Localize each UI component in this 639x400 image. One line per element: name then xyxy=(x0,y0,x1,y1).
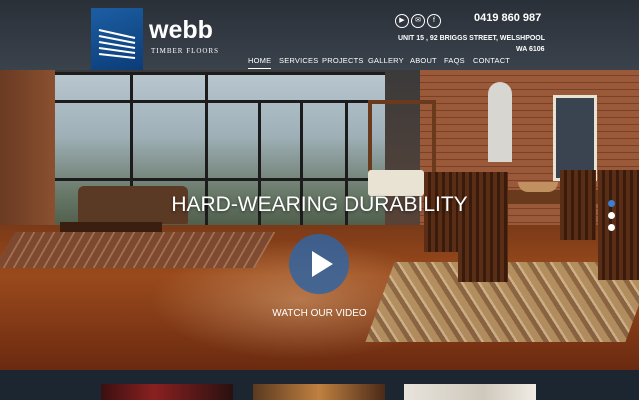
nav-contact[interactable]: CONTACT xyxy=(473,56,510,65)
youtube-icon[interactable]: ▶ xyxy=(395,14,409,28)
window-frame xyxy=(55,178,385,181)
side-window xyxy=(553,95,597,181)
facebook-icon[interactable]: f xyxy=(427,14,441,28)
play-button[interactable] xyxy=(289,234,349,294)
brand-tagline: TIMBER FLOORS xyxy=(151,47,220,55)
window-frame xyxy=(55,100,385,103)
watch-video-link[interactable]: WATCH OUR VIDEO xyxy=(0,308,639,319)
nav-home[interactable]: HOME xyxy=(248,56,272,69)
dining-chair xyxy=(458,172,508,282)
nav-gallery[interactable]: GALLERY xyxy=(368,56,404,65)
thumbnail[interactable] xyxy=(253,384,385,400)
bowl xyxy=(518,182,558,192)
address-line-2: WA 6106 xyxy=(516,46,545,53)
pergola xyxy=(368,100,436,176)
nav-about[interactable]: ABOUT xyxy=(410,56,437,65)
nav-projects[interactable]: PROJECTS xyxy=(322,56,364,65)
address-line-1: UNIT 15 , 92 BRIGGS STREET, WELSHPOOL xyxy=(398,35,546,42)
dining-chair xyxy=(598,170,639,280)
coffee-table xyxy=(60,222,162,232)
arched-window xyxy=(488,82,512,162)
rug xyxy=(0,232,276,268)
phone-number[interactable]: 0419 860 987 xyxy=(474,12,541,24)
brand-name[interactable]: webb xyxy=(149,16,213,45)
window-frame xyxy=(55,72,385,75)
slider-dot[interactable] xyxy=(608,212,615,219)
hero-title: HARD-WEARING DURABILITY xyxy=(171,193,468,216)
slider-dot[interactable] xyxy=(608,200,615,207)
thumbnail[interactable] xyxy=(101,384,233,400)
email-icon[interactable]: ✉ xyxy=(411,14,425,28)
nav-faqs[interactable]: FAQS xyxy=(444,56,465,65)
nav-services[interactable]: SERVICES xyxy=(279,56,318,65)
play-icon xyxy=(312,251,333,277)
thumbnail[interactable] xyxy=(404,384,536,400)
logo-icon[interactable] xyxy=(91,8,143,70)
slider-dot[interactable] xyxy=(608,224,615,231)
